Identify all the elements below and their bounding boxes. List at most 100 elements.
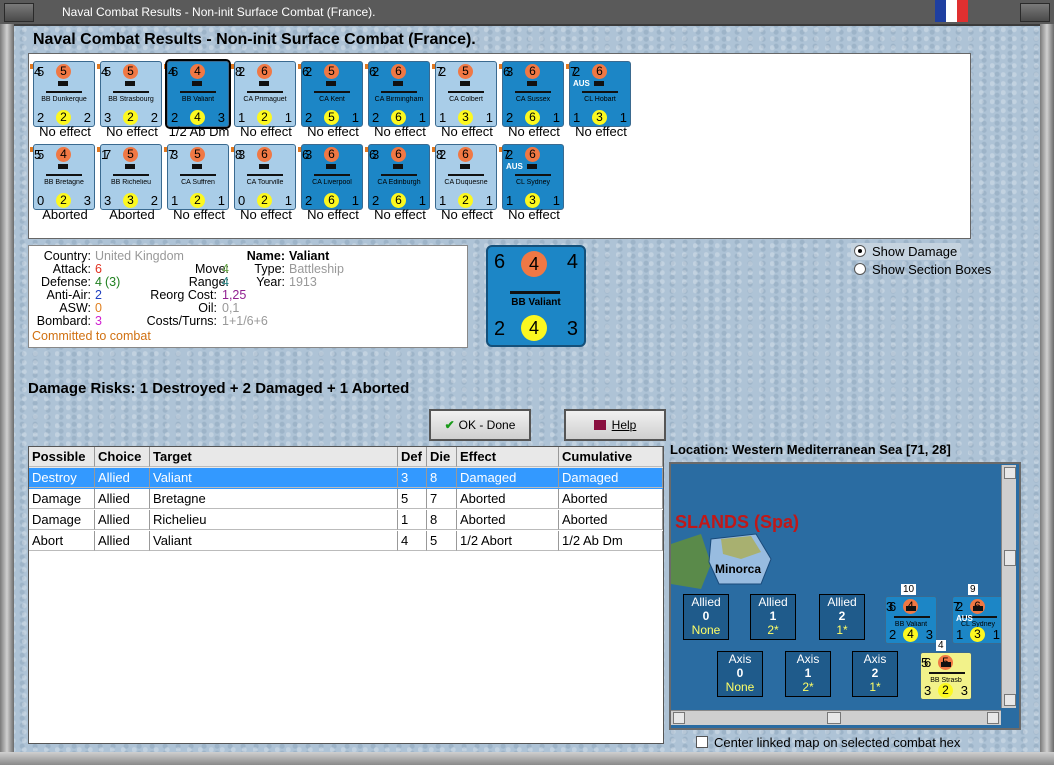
unit-counter[interactable]: 3 6 6 CA Liverpool 2 6 1 [301,144,363,210]
unit-result: Aborted [109,207,155,222]
defense-circle: 4 [190,110,205,125]
map-unit-counter[interactable]: 6 4 3 BB Valiant 2 4 3 [885,596,937,644]
counter-bottom-left: 1 [573,110,581,125]
status-text: Committed to combat [32,329,151,343]
unit-counter[interactable]: 3 5 7 CA Suffren 1 2 1 [167,144,229,210]
allied-box[interactable]: Allied 0 None [683,594,729,640]
defense-circle: 2 [257,110,272,125]
map-vertical-scrollbar[interactable] [1001,465,1016,708]
unit-counter[interactable]: 5 5 4 BB Strasbourg 3 2 2 [100,61,162,127]
stack-count: 4 [936,640,946,651]
center-linked-checkbox[interactable]: Center linked map on selected combat hex [696,735,960,750]
counter-bottom-left: 3 [104,110,112,125]
unit-slot[interactable]: 2 5 6 CA Kent 2 5 1 No effect [298,58,364,142]
unit-slot[interactable]: 3 5 7 CA Suffren 1 2 1 No effect [164,141,230,225]
checkmark-icon: ✔ [444,418,455,432]
unit-slot[interactable]: 3 6 6 CA Sussex 2 6 1 No effect [499,58,565,142]
unit-slot[interactable]: 6 4 4 BB Valiant 2 4 3 1/2 Ab Dm [164,58,231,142]
help-label: Help [611,418,637,432]
defense-circle: 2 [257,193,272,208]
scroll-left-icon[interactable] [673,712,685,724]
counter-bottom-left: 3 [104,193,112,208]
counter-bottom-left: 2 [37,110,45,125]
unit-counter[interactable]: 2 6 8 CA Primaguet 1 2 1 [234,61,296,127]
scroll-up-icon[interactable] [1004,467,1016,479]
unit-counter[interactable]: 3 6 6 CA Sussex 2 6 1 [502,61,564,127]
counter-bottom-left: 0 [238,193,246,208]
counter-bottom-left: 2 [171,110,179,125]
unit-counter[interactable]: 5 4 5 BB Bretagne 0 2 3 [33,144,95,210]
unit-counter[interactable]: 2 6 6 CA Birmingham 2 6 1 [368,61,430,127]
counter-bottom-left: 1 [238,110,246,125]
axis-box[interactable]: Axis 2 1* [852,651,898,697]
unit-slot[interactable]: 2 6 8 CA Duquesne 1 2 1 No effect [432,141,498,225]
unit-counter[interactable]: 3 6 8 CA Tourville 0 2 1 [234,144,296,210]
table-cell: Bretagne [150,489,398,509]
unit-slot[interactable]: 2 5 7 CA Colbert 1 3 1 No effect [432,58,498,142]
unit-counter[interactable]: 2 5 7 CA Colbert 1 3 1 [435,61,497,127]
unit-slot[interactable]: 3 6 8 CA Tourville 0 2 1 No effect [231,141,297,225]
unit-counter[interactable]: 3 6 6 CA Edinburgh 2 6 1 [368,144,430,210]
unit-slot[interactable]: 3 6 6 CA Liverpool 2 6 1 No effect [298,141,364,225]
ok-done-button[interactable]: ✔ OK - Done [429,409,531,441]
map-unit-counter[interactable]: 2 6 7 CL Sydney 1 3 1 AUS [952,596,1004,644]
bombard-label: Bombard: [36,314,91,328]
unit-counter[interactable]: 2 6 7 CL Sydney 1 3 1 AUS [502,144,564,210]
unit-slot[interactable]: 2 6 7 CL Hobart 1 3 1 AUS No effect [566,58,632,142]
bottom-bar [0,752,1054,765]
hscroll-thumb[interactable] [827,712,841,724]
unit-slot[interactable]: 5 4 5 BB Bretagne 0 2 3 Aborted [30,141,96,225]
ship-icon [113,164,149,176]
help-button[interactable]: Help [564,409,666,441]
table-row[interactable]: Damage Allied Bretagne 5 7 Aborted Aborted [29,489,663,510]
ship-icon [247,164,283,176]
show-damage-radio[interactable]: Show Damage [851,243,961,260]
column-header[interactable]: Die [427,447,457,467]
allied-box[interactable]: Allied 2 1* [819,594,865,640]
table-cell: Aborted [457,510,559,530]
unit-slot[interactable]: 7 5 1 BB Richelieu 3 3 2 Aborted [97,141,163,225]
table-cell: 1 [398,510,427,530]
unit-counter[interactable]: 6 4 4 BB Valiant 2 4 3 [165,59,231,129]
table-row[interactable]: Destroy Allied Valiant 3 8 Damaged Damaged [29,468,663,489]
table-cell: Allied [95,510,150,530]
unit-slot[interactable]: 2 6 8 CA Primaguet 1 2 1 No effect [231,58,297,142]
map-horizontal-scrollbar[interactable] [671,710,1001,725]
unit-result: No effect [307,207,359,222]
unit-counter[interactable]: 5 5 4 BB Dunkerque 2 2 2 [33,61,95,127]
axis-box[interactable]: Axis 0 None [717,651,763,697]
table-row[interactable]: Damage Allied Richelieu 1 8 Aborted Aborted [29,510,663,531]
unit-slot[interactable]: 2 6 6 CA Birmingham 2 6 1 No effect [365,58,431,142]
show-section-boxes-radio[interactable]: Show Section Boxes [851,261,994,278]
corner-button[interactable] [1020,3,1050,22]
unit-slot[interactable]: 2 6 7 CL Sydney 1 3 1 AUS No effect [499,141,565,225]
defense-circle: 3 [525,193,540,208]
unit-result: No effect [307,124,359,139]
unit-counter[interactable]: 2 6 8 CA Duquesne 1 2 1 [435,144,497,210]
scroll-right-icon[interactable] [987,712,999,724]
table-row[interactable]: Abort Allied Valiant 4 5 1/2 Abort 1/2 Ab Dm [29,531,663,552]
minimap[interactable]: SLANDS (Spa) Minorca Allied 0 None Allied 1 2… [669,462,1021,730]
counter-bottom-right: 3 [960,683,968,698]
unit-counter[interactable]: 2 5 6 CA Kent 2 5 1 [301,61,363,127]
unit-counter[interactable]: 2 6 7 CL Hobart 1 3 1 AUS [569,61,631,127]
scroll-down-icon[interactable] [1004,694,1016,706]
table-cell: 8 [427,468,457,488]
column-header[interactable]: Choice [95,447,150,467]
scroll-thumb[interactable] [1004,550,1016,566]
unit-slot[interactable]: 5 5 4 BB Strasbourg 3 2 2 No effect [97,58,163,142]
table-cell: Aborted [559,489,663,509]
column-header[interactable]: Effect [457,447,559,467]
unit-slot[interactable]: 5 5 4 BB Dunkerque 2 2 2 No effect [30,58,96,142]
unit-slot[interactable]: 3 6 6 CA Edinburgh 2 6 1 No effect [365,141,431,225]
column-header[interactable]: Possible [29,447,95,467]
unit-counter[interactable]: 7 5 1 BB Richelieu 3 3 2 [100,144,162,210]
france-flag-icon [935,0,969,22]
map-unit-counter[interactable]: 6 5 5 BB Strasb 3 2 3 [920,652,972,700]
axis-box[interactable]: Axis 1 2* [785,651,831,697]
column-header[interactable]: Cumulative [559,447,663,467]
column-header[interactable]: Target [150,447,398,467]
system-menu-button[interactable] [4,3,34,22]
allied-box[interactable]: Allied 1 2* [750,594,796,640]
column-header[interactable]: Def [398,447,427,467]
